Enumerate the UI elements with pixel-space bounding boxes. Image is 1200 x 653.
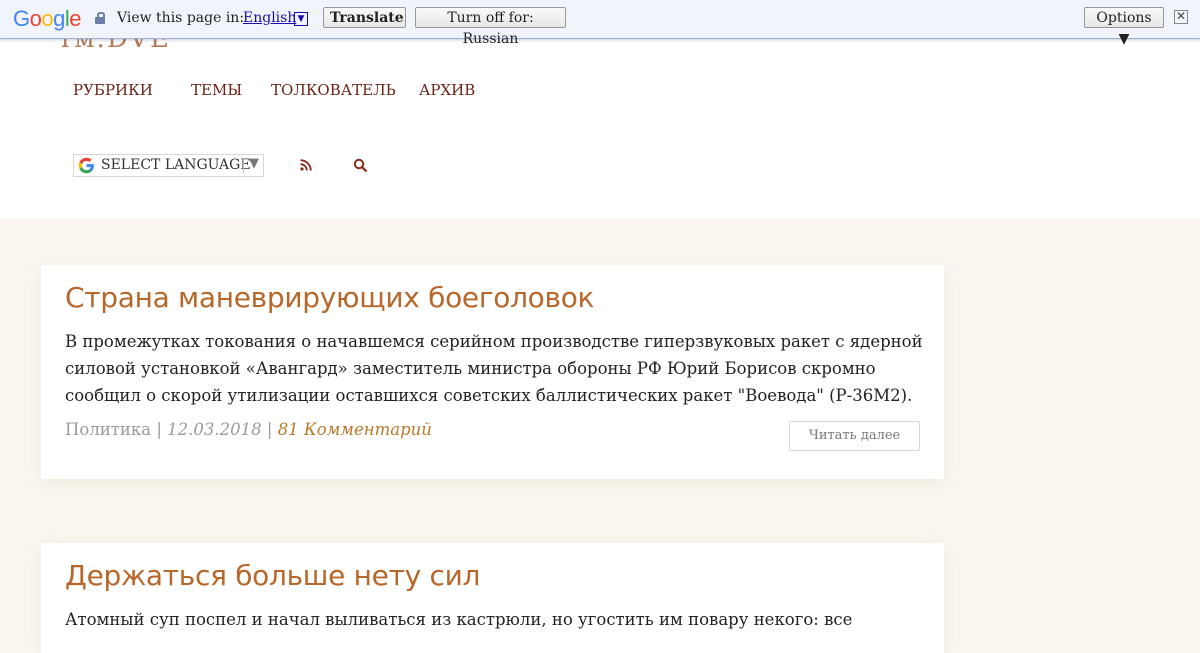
article-card: Держаться больше нету сил Атомный суп по… (41, 543, 944, 653)
read-more-button[interactable]: Читать далее (789, 421, 920, 451)
lock-icon (95, 12, 105, 24)
nav-item-rubriki[interactable]: РУБРИКИ (73, 81, 153, 99)
nav-item-arkhiv[interactable]: АРХИВ (419, 81, 475, 99)
nav-item-tolkovatel[interactable]: ТОЛКОВАТЕЛЬ (271, 81, 396, 99)
article-category[interactable]: Политика (65, 420, 151, 439)
article-title[interactable]: Держаться больше нету сил (65, 559, 480, 592)
turn-off-translation-button[interactable]: Turn off for: Russian (415, 7, 566, 47)
google-logo-letter: e (69, 6, 82, 31)
options-button[interactable]: Options ▼ (1084, 7, 1164, 47)
article-excerpt: Атомный суп поспел и начал выливаться из… (65, 610, 853, 629)
view-page-in-label: View this page in: (117, 10, 245, 26)
article-meta: Политика | 12.03.2018 | 81 Комментарий (65, 420, 432, 439)
chevron-down-icon: ▼ (249, 156, 259, 171)
google-logo-letter: o (29, 6, 42, 31)
meta-separator: | (151, 420, 168, 439)
language-dropdown-icon[interactable]: ▼ (294, 12, 308, 26)
article-comments-link[interactable]: 81 Комментарий (278, 420, 432, 439)
target-language-link[interactable]: English (243, 10, 296, 26)
nav-item-temy[interactable]: ТЕМЫ (191, 81, 242, 99)
google-g-icon (78, 157, 94, 174)
search-icon[interactable] (353, 158, 367, 172)
article-date: 12.03.2018 (167, 420, 262, 439)
article-excerpt: В промежутках токования о начавшемся сер… (65, 332, 923, 405)
translate-button[interactable]: Translate (323, 7, 406, 28)
close-icon[interactable]: ✕ (1174, 10, 1188, 24)
google-logo: Google (13, 6, 82, 32)
article-card: Страна маневрирующих боеголовок В промеж… (41, 265, 944, 479)
article-title[interactable]: Страна маневрирующих боеголовок (65, 281, 594, 314)
rss-icon[interactable] (299, 158, 313, 172)
google-logo-letter: G (13, 6, 30, 31)
google-logo-letter: o (41, 6, 54, 31)
language-select-divider (243, 158, 244, 173)
language-select-label: SELECT LANGUAGE (101, 157, 251, 173)
language-select[interactable]: SELECT LANGUAGE ▼ (73, 154, 264, 177)
meta-separator: | (261, 420, 278, 439)
google-logo-letter: g (53, 6, 65, 31)
google-translate-bar: Google View this page in: English ▼ Tran… (0, 0, 1200, 47)
